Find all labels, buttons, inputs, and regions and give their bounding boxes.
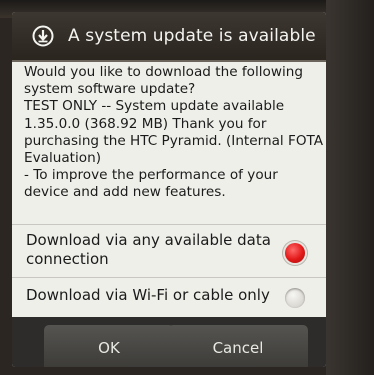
option-any-data-connection[interactable]: Download via any available data connecti… xyxy=(12,225,326,277)
download-icon xyxy=(32,25,54,47)
option-label: Download via any available data connecti… xyxy=(26,231,271,268)
dialog-title-bar: A system update is available xyxy=(12,12,326,62)
dialog-button-bar: OK Cancel xyxy=(12,317,326,367)
ok-button[interactable]: OK xyxy=(44,325,174,367)
dialog-message: Would you like to download the following… xyxy=(24,64,324,202)
cancel-button[interactable]: Cancel xyxy=(168,325,308,367)
update-details: TEST ONLY -- System update available 1.3… xyxy=(24,98,324,167)
radio-unselected-icon[interactable] xyxy=(285,288,305,308)
screen-edge xyxy=(326,0,374,375)
radio-selected-icon[interactable] xyxy=(285,243,305,263)
system-update-dialog: A system update is available Would you l… xyxy=(12,12,326,367)
update-question: Would you like to download the following… xyxy=(24,64,303,98)
update-features: - To improve the performance of your dev… xyxy=(24,167,278,201)
option-label: Download via Wi-Fi or cable only xyxy=(26,286,270,304)
option-wifi-or-cable[interactable]: Download via Wi-Fi or cable only xyxy=(12,278,326,316)
dialog-title: A system update is available xyxy=(68,26,316,46)
